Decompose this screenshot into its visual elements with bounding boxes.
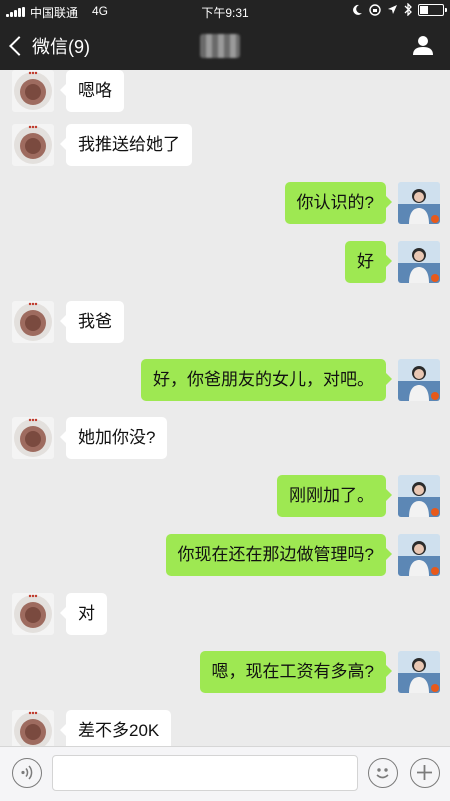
received-message: 嗯咯: [0, 70, 450, 118]
message-bubble[interactable]: 我推送给她了: [60, 124, 192, 166]
message-bubble[interactable]: 嗯，现在工资有多高?: [199, 651, 393, 693]
sent-message: 刚刚加了。: [0, 475, 450, 523]
contact-avatar[interactable]: [12, 301, 54, 343]
emoji-icon: [376, 768, 389, 779]
contact-avatar[interactable]: [12, 593, 54, 635]
contact-avatar[interactable]: [12, 417, 54, 459]
my-avatar[interactable]: [398, 241, 440, 283]
my-avatar[interactable]: [398, 182, 440, 224]
contact-avatar[interactable]: [12, 124, 54, 166]
sent-message: 好，你爸朋友的女儿，对吧。: [0, 359, 450, 407]
received-message: 我推送给她了: [0, 124, 450, 172]
received-message: 差不多20K: [0, 710, 450, 746]
bluetooth-icon: [404, 3, 412, 16]
person-icon[interactable]: [412, 34, 434, 56]
nav-bar: 微信(9): [0, 22, 450, 70]
orientation-lock-icon: [369, 3, 381, 16]
message-bubble[interactable]: 你现在还在那边做管理吗?: [165, 534, 393, 576]
message-bubble[interactable]: 她加你没?: [59, 417, 168, 459]
voice-button[interactable]: [12, 758, 42, 788]
received-message: 对: [0, 593, 450, 641]
my-avatar[interactable]: [398, 359, 440, 401]
sent-message: 你认识的?: [0, 182, 450, 230]
message-bubble[interactable]: 好: [345, 241, 392, 283]
message-bubble[interactable]: 对: [60, 593, 107, 635]
back-button[interactable]: 微信(9): [8, 33, 90, 59]
contact-name-redacted: [200, 34, 240, 58]
more-button[interactable]: [410, 758, 440, 788]
sent-message: 好: [0, 241, 450, 289]
battery-icon: [418, 3, 447, 16]
my-avatar[interactable]: [398, 534, 440, 576]
received-message: 她加你没?: [0, 417, 450, 465]
message-bubble[interactable]: 好，你爸朋友的女儿，对吧。: [141, 359, 392, 401]
back-label: 微信(9): [32, 37, 90, 57]
emoji-button[interactable]: [368, 758, 398, 788]
sent-message: 嗯，现在工资有多高?: [0, 651, 450, 699]
location-icon: [388, 5, 397, 14]
plus-icon: [417, 765, 432, 780]
input-bar: [0, 746, 450, 801]
message-input[interactable]: [52, 755, 358, 791]
voice-icon: [21, 765, 33, 780]
chevron-left-icon: [9, 36, 29, 56]
contact-avatar[interactable]: [12, 70, 54, 112]
message-bubble[interactable]: 刚刚加了。: [277, 475, 392, 517]
chat-messages[interactable]: 嗯咯我推送给她了你认识的? 好我爸 好，你爸朋友的女儿，对吧。她加你没? 刚刚加了。你…: [0, 70, 450, 746]
contact-avatar[interactable]: [12, 710, 54, 746]
sent-message: 你现在还在那边做管理吗?: [0, 534, 450, 582]
received-message: 我爸: [0, 301, 450, 349]
status-icons: [351, 3, 447, 16]
my-avatar[interactable]: [398, 651, 440, 693]
status-bar: 中国联通 4G 下午9:31: [0, 0, 450, 22]
message-bubble[interactable]: 我爸: [60, 301, 124, 343]
moon-icon: [353, 4, 362, 15]
message-bubble[interactable]: 嗯咯: [60, 70, 124, 112]
message-bubble[interactable]: 差不多20K: [59, 710, 172, 746]
my-avatar[interactable]: [398, 475, 440, 517]
message-bubble[interactable]: 你认识的?: [284, 182, 393, 224]
